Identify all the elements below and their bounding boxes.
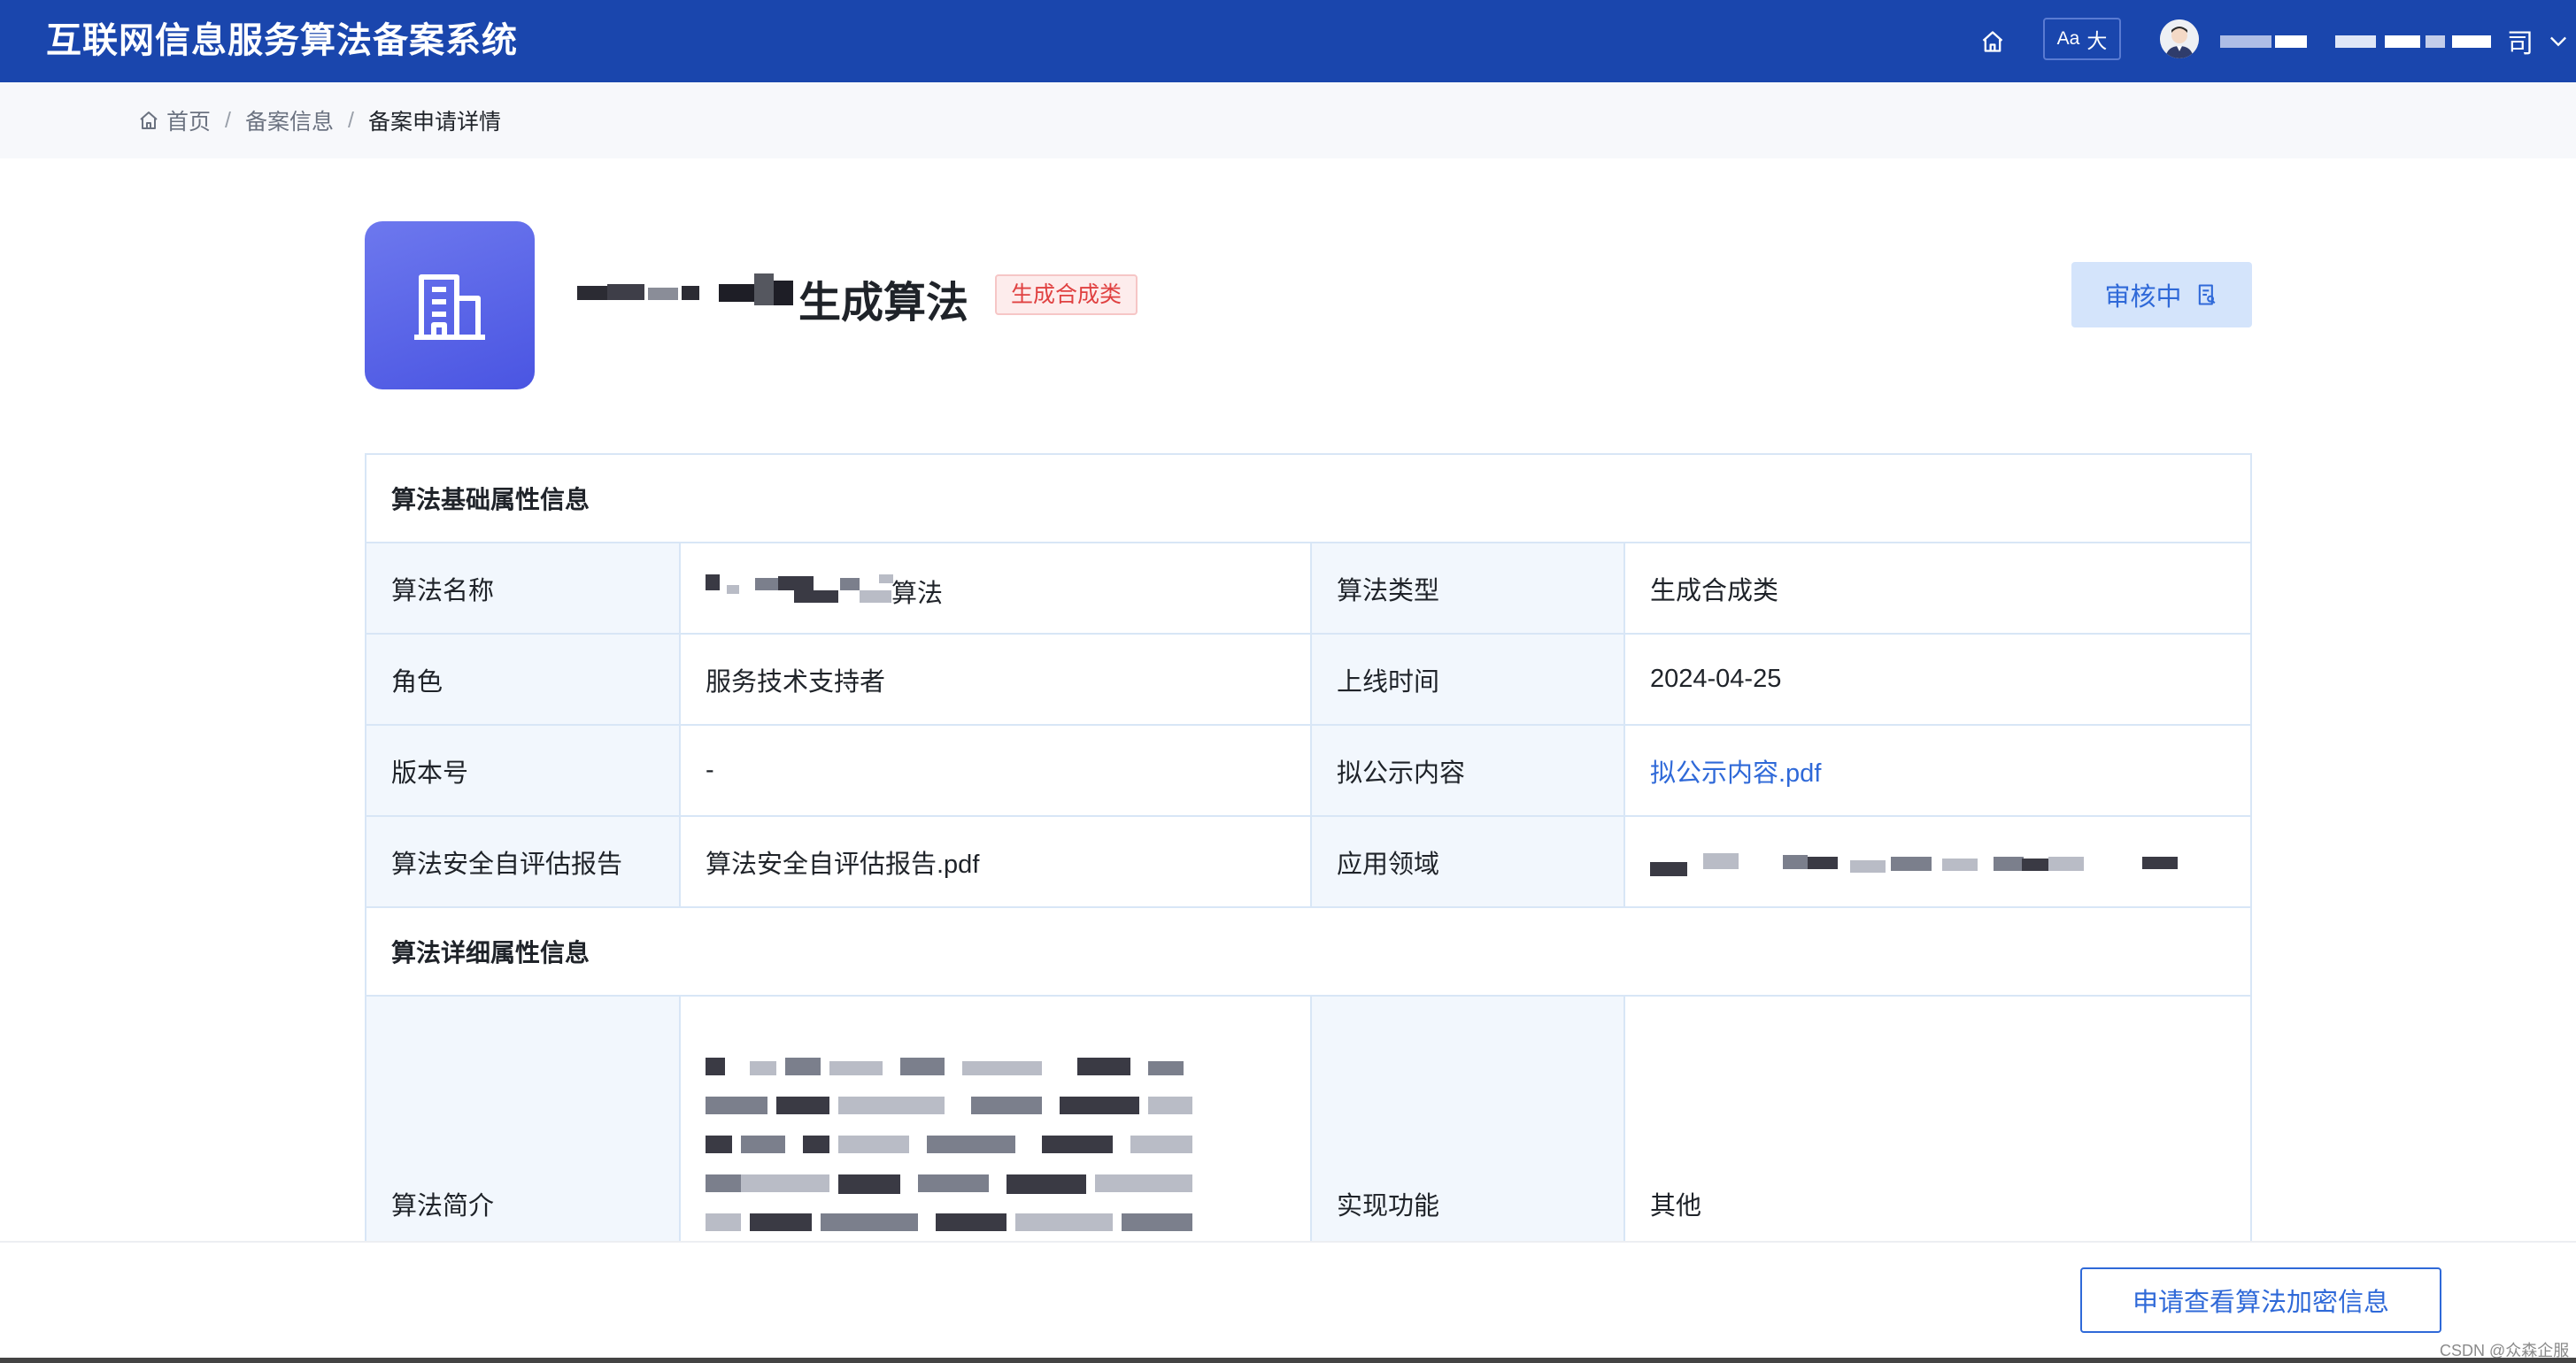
public-content-file-link[interactable]: 拟公示内容.pdf (1650, 752, 1821, 789)
row-key: 算法安全自评估报告 (366, 817, 681, 906)
table-row: 版本号 - 拟公示内容 拟公示内容.pdf (366, 726, 2250, 817)
row-key: 算法类型 (1312, 543, 1625, 633)
username-tail: 司 (2507, 29, 2534, 58)
breadcrumb-item-current: 备案申请详情 (367, 110, 501, 135)
row-key: 角色 (366, 635, 681, 724)
algorithm-name-value: 算法 (681, 543, 1312, 633)
row-key: 算法名称 (366, 543, 681, 633)
font-size-small-label: Aa (2056, 28, 2080, 49)
chevron-down-icon (2550, 36, 2566, 47)
username-redacted[interactable] (2220, 27, 2512, 55)
self-assessment-file[interactable]: 算法安全自评估报告.pdf (681, 817, 1312, 906)
font-size-big-label: 大 (2086, 29, 2108, 52)
status-label: 审核中 (2104, 283, 2182, 312)
row-key: 应用领域 (1312, 817, 1625, 906)
avatar-icon (2160, 19, 2199, 58)
algorithm-name-redacted: 算法 (706, 571, 1237, 608)
algorithm-logo (365, 221, 535, 389)
home-button[interactable] (1976, 25, 2009, 58)
breadcrumb: 首页 / 备案信息 / 备案申请详情 (138, 82, 501, 158)
table-row: 角色 服务技术支持者 上线时间 2024-04-25 (366, 635, 2250, 726)
algorithm-type-badge: 生成合成类 (995, 274, 1138, 315)
algorithm-name-tail: 算法 (891, 579, 944, 608)
breadcrumb-home-label: 首页 (166, 110, 212, 135)
status-button[interactable]: 审核中 (2071, 262, 2252, 327)
application-domain-redacted (1650, 844, 2181, 880)
section-detail-title: 算法详细属性信息 (366, 908, 2250, 997)
algorithm-title-redacted (577, 270, 804, 314)
section-basic-title: 算法基础属性信息 (366, 455, 2250, 543)
algorithm-title: 生成算法 (798, 280, 969, 327)
launch-date-value: 2024-04-25 (1650, 665, 1782, 693)
breadcrumb-home[interactable]: 首页 (138, 104, 211, 136)
row-key: 版本号 (366, 726, 681, 815)
request-encrypted-info-button[interactable]: 申请查看算法加密信息 (2080, 1267, 2441, 1333)
version-value: - (681, 726, 1312, 815)
user-menu-toggle[interactable] (2546, 28, 2571, 53)
page: 互联网信息服务算法备案系统 Aa 大 司 首页 / 备案信息 / 备案申请详情 … (0, 0, 2576, 1363)
footer-action-bar: 申请查看算法加密信息 CSDN @众森企服 (0, 1241, 2576, 1363)
row-key: 拟公示内容 (1312, 726, 1625, 815)
bottom-edge (0, 1358, 2576, 1363)
top-navbar: 互联网信息服务算法备案系统 Aa 大 司 (0, 0, 2576, 82)
building-icon (414, 274, 485, 340)
row-key: 上线时间 (1312, 635, 1625, 724)
breadcrumb-item-filing-info[interactable]: 备案信息 (245, 104, 334, 136)
document-icon (2198, 284, 2215, 305)
home-icon (140, 112, 158, 129)
breadcrumb-bar: 首页 / 备案信息 / 备案申请详情 (0, 82, 2576, 158)
breadcrumb-separator: / (225, 107, 231, 133)
home-icon (1982, 31, 2003, 52)
table-row: 算法名称 算法 算法类型 生成合成类 (366, 543, 2250, 635)
application-domain-value (1625, 817, 2250, 906)
algorithm-info-table: 算法基础属性信息 算法名称 算法 算法类型 生成合成类 角色 服务技术支持者 上… (365, 453, 2252, 1363)
app-title: 互联网信息服务算法备案系统 (46, 21, 518, 60)
breadcrumb-separator: / (347, 107, 354, 133)
avatar[interactable] (2160, 19, 2199, 58)
algorithm-type-value: 生成合成类 (1650, 576, 1779, 605)
table-row: 算法安全自评估报告 算法安全自评估报告.pdf 应用领域 (366, 817, 2250, 908)
font-size-toggle[interactable]: Aa 大 (2043, 18, 2121, 60)
role-value: 服务技术支持者 (681, 635, 1312, 724)
